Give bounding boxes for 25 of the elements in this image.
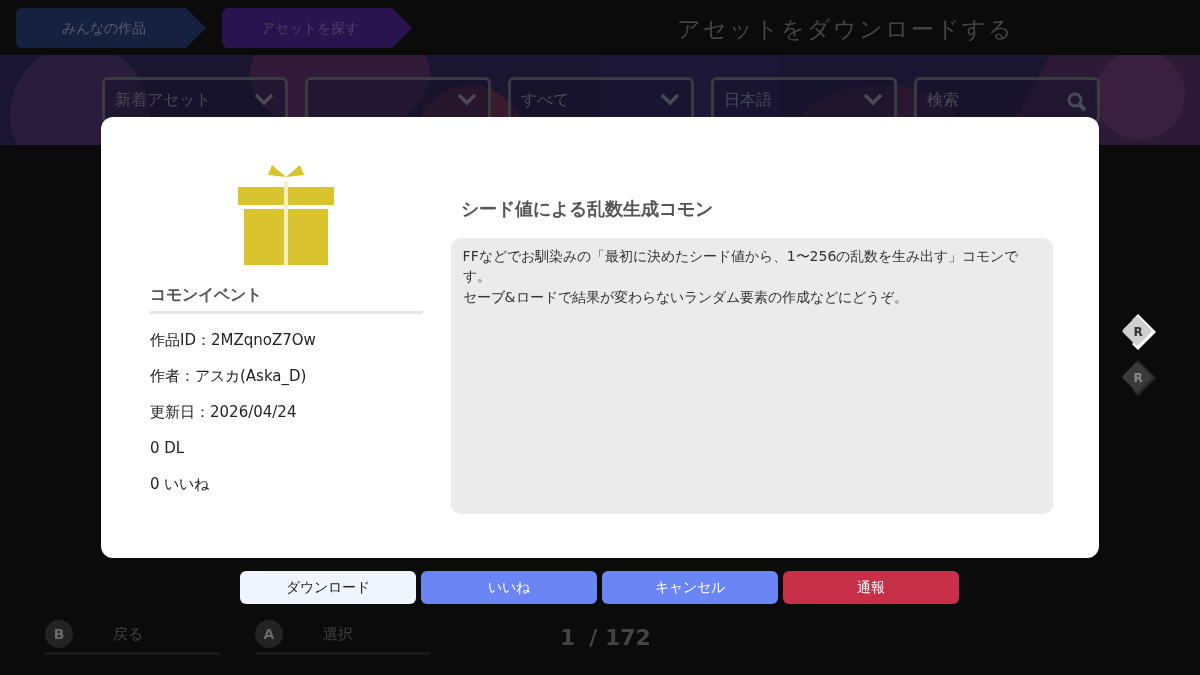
description-text: セーブ&ロードで結果が変わらないランダム要素の作成などにどうぞ。 <box>462 287 909 307</box>
asset-title: シード値による乱数生成コモン <box>460 197 714 221</box>
dialog-button[interactable]: いいね <box>421 571 597 604</box>
description-text: FFなどでお馴染みの「最初に決めたシード値から、1〜256の乱数を生み出す」コモンです。 <box>462 247 1020 287</box>
detail-text: 作品ID：2MZqnoZ7Ow <box>150 330 317 351</box>
page-number: 1 <box>560 624 576 652</box>
search-icon <box>1067 92 1087 112</box>
page-title: アセットをダウンロードする <box>677 15 1014 44</box>
dialog-button[interactable]: 通報 <box>783 571 959 604</box>
detail-text: 0 DL <box>150 438 186 459</box>
detail-text: 0 いいね <box>150 474 211 495</box>
chevron-icon <box>253 92 275 106</box>
key-icon: B <box>45 620 73 648</box>
tab[interactable]: みんなの作品 <box>16 8 206 48</box>
category-heading: コモンイベント <box>150 283 423 314</box>
dialog-button[interactable]: キャンセル <box>602 571 778 604</box>
chevron-icon <box>659 92 681 106</box>
key-icon: A <box>255 620 283 648</box>
gift-icon <box>238 163 335 265</box>
dialog-button[interactable]: ダウンロード <box>240 571 416 604</box>
chevron-icon <box>456 92 478 106</box>
chevron-icon <box>862 92 884 106</box>
detail-text: 作者：アスカ(Aska_D) <box>150 366 308 387</box>
page-total: / 172 <box>589 624 651 652</box>
detail-text: 更新日：2026/04/24 <box>150 402 298 423</box>
